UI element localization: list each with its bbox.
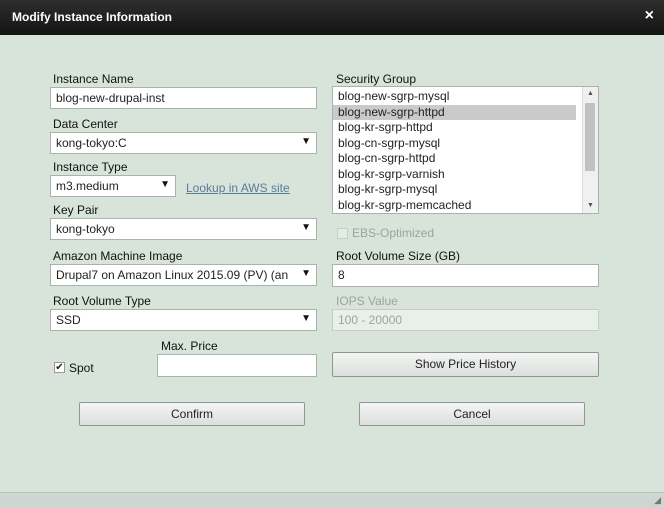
list-item[interactable]: blog-cn-sgrp-mysql — [333, 136, 576, 152]
instance-type-label: Instance Type — [53, 160, 128, 174]
key-pair-label: Key Pair — [53, 203, 99, 217]
dropdown-arrow-icon: ▼ — [301, 222, 311, 233]
dropdown-arrow-icon: ▼ — [301, 268, 311, 279]
status-bar: ◢ — [0, 492, 664, 508]
max-price-input[interactable] — [157, 354, 317, 377]
ebs-optimized-label: EBS-Optimized — [352, 226, 435, 240]
dialog-titlebar: Modify Instance Information × — [0, 0, 664, 35]
root-volume-size-label: Root Volume Size (GB) — [336, 249, 461, 263]
max-price-label: Max. Price — [161, 339, 218, 353]
scrollbar-thumb[interactable] — [585, 103, 595, 171]
instance-name-label: Instance Name — [53, 72, 134, 86]
dialog-title: Modify Instance Information — [12, 10, 173, 24]
data-center-label: Data Center — [53, 117, 118, 131]
list-item[interactable]: blog-cn-sgrp-httpd — [333, 151, 576, 167]
lookup-aws-link[interactable]: Lookup in AWS site — [186, 181, 290, 195]
instance-type-select[interactable]: m3.medium ▼ — [50, 175, 176, 197]
root-volume-type-select[interactable]: SSD ▼ — [50, 309, 317, 331]
root-volume-size-input[interactable]: 8 — [332, 264, 599, 287]
cancel-button[interactable]: Cancel — [359, 402, 585, 426]
spot-checkbox[interactable]: ✔ — [54, 362, 65, 373]
ami-select[interactable]: Drupal7 on Amazon Linux 2015.09 (PV) (an… — [50, 264, 317, 286]
dropdown-arrow-icon: ▼ — [160, 179, 170, 190]
security-group-label: Security Group — [336, 72, 417, 86]
confirm-button[interactable]: Confirm — [79, 402, 305, 426]
root-volume-type-value: SSD — [56, 313, 81, 327]
list-item[interactable]: blog-kr-sgrp-memcached — [333, 198, 576, 214]
scroll-down-icon[interactable]: ▼ — [583, 199, 598, 213]
list-item[interactable]: blog-kr-sgrp-varnish — [333, 167, 576, 183]
show-price-history-button[interactable]: Show Price History — [332, 352, 599, 377]
instance-name-input[interactable]: blog-new-drupal-inst — [50, 87, 317, 109]
security-group-listbox[interactable]: blog-new-sgrp-mysql blog-new-sgrp-httpd … — [332, 86, 599, 214]
root-volume-type-label: Root Volume Type — [53, 294, 151, 308]
resize-grip-icon[interactable]: ◢ — [654, 495, 661, 506]
iops-input: 100 - 20000 — [332, 309, 599, 331]
instance-type-value: m3.medium — [56, 179, 119, 193]
scroll-up-icon[interactable]: ▲ — [583, 87, 598, 101]
listbox-scrollbar[interactable]: ▲ ▼ — [582, 87, 598, 213]
spot-label: Spot — [69, 361, 94, 375]
list-item[interactable]: blog-new-sgrp-mysql — [333, 89, 576, 105]
list-item[interactable]: blog-kr-sgrp-mysql — [333, 182, 576, 198]
dropdown-arrow-icon: ▼ — [301, 136, 311, 147]
dropdown-arrow-icon: ▼ — [301, 313, 311, 324]
list-item-selected[interactable]: blog-new-sgrp-httpd — [333, 104, 576, 120]
key-pair-select[interactable]: kong-tokyo ▼ — [50, 218, 317, 240]
ami-value: Drupal7 on Amazon Linux 2015.09 (PV) (an — [56, 268, 289, 282]
ebs-optimized-checkbox — [337, 228, 348, 239]
close-icon[interactable]: × — [645, 7, 654, 25]
data-center-select[interactable]: kong-tokyo:C ▼ — [50, 132, 317, 154]
ami-label: Amazon Machine Image — [53, 249, 183, 263]
data-center-value: kong-tokyo:C — [56, 136, 127, 150]
key-pair-value: kong-tokyo — [56, 222, 115, 236]
list-item[interactable]: blog-kr-sgrp-httpd — [333, 120, 576, 136]
iops-label: IOPS Value — [336, 294, 398, 308]
